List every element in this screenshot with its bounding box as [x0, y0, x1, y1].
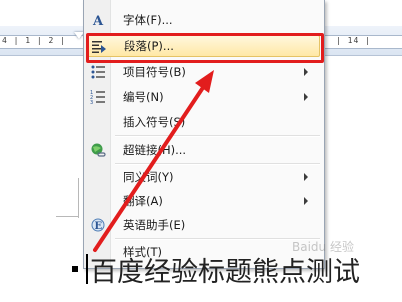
menu-item-label: 插入符号(S) — [123, 115, 186, 129]
menu-separator — [115, 238, 320, 240]
english-assistant-icon: E — [90, 217, 106, 233]
document-text[interactable]: 百度经验标题熊点测试 — [90, 250, 360, 289]
document-text-line[interactable]: 百度经验标题熊点测试 — [86, 250, 360, 289]
text-cursor — [86, 254, 88, 284]
submenu-arrow-icon — [304, 68, 308, 76]
menu-item-insert-symbol[interactable]: 插入符号(S) — [86, 111, 320, 133]
font-a-icon: A — [90, 12, 106, 28]
page-margin-line-vertical — [78, 178, 79, 218]
list-bullet — [72, 266, 78, 272]
menu-item-label: 编号(N) — [123, 90, 164, 104]
hyperlink-globe-icon — [90, 142, 106, 158]
menu-item-numbering[interactable]: 1 2 3 编号(N) — [86, 86, 320, 108]
menu-item-label: 翻译(A) — [123, 194, 163, 208]
menu-item-label: 同义词(Y) — [123, 170, 174, 184]
svg-text:A: A — [92, 14, 104, 27]
svg-text:E: E — [95, 221, 103, 232]
menu-item-hyperlink[interactable]: 超链接(H)... — [86, 139, 320, 161]
menu-item-label: 超链接(H)... — [123, 143, 187, 157]
numbered-list-icon: 1 2 3 — [90, 89, 106, 105]
submenu-arrow-icon — [304, 93, 308, 101]
menu-separator — [115, 163, 320, 165]
submenu-arrow-icon — [304, 197, 308, 205]
svg-text:3: 3 — [90, 100, 93, 105]
paragraph-icon — [91, 39, 107, 55]
context-menu: A 字体(F)... 段落(P)... 项目符号(B) 1 2 3 编号(N) … — [83, 0, 325, 269]
menu-item-font[interactable]: A 字体(F)... — [86, 9, 320, 31]
submenu-arrow-icon — [304, 173, 308, 181]
ruler-numbers-right: | 14 | — [336, 36, 371, 45]
menu-item-paragraph[interactable]: 段落(P)... — [86, 35, 320, 57]
menu-item-label: 项目符号(B) — [123, 65, 186, 79]
ruler-numbers-left: 4 | 1 | 2 | — [2, 36, 66, 45]
menu-item-english-assistant[interactable]: E 英语助手(E) — [86, 214, 320, 236]
page-margin-line-horizontal — [56, 216, 79, 217]
menu-item-bullets[interactable]: 项目符号(B) — [86, 61, 320, 83]
menu-item-label: 英语助手(E) — [123, 218, 186, 232]
menu-item-label: 段落(P)... — [124, 39, 174, 53]
menu-item-label: 字体(F)... — [123, 13, 173, 27]
bullet-list-icon — [90, 64, 106, 80]
menu-item-translate[interactable]: 翻译(A) — [86, 190, 320, 212]
menu-separator — [115, 135, 320, 137]
menu-item-synonyms[interactable]: 同义词(Y) — [86, 166, 320, 188]
